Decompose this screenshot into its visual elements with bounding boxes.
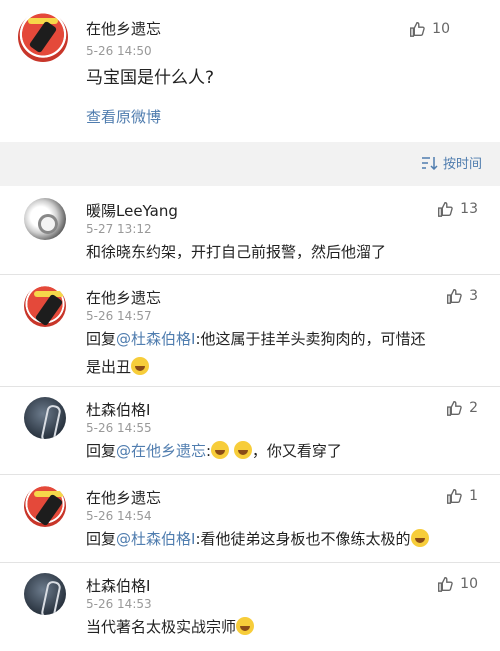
comment-item: 杜森伯格I 5-26 14:55 2 回复@在他乡遗忘: ，你又看穿了 (0, 386, 500, 475)
comment-author[interactable]: 暖陽LeeYang (86, 200, 178, 221)
avatar[interactable] (24, 485, 66, 527)
thumbs-up-icon (438, 202, 453, 217)
thumbs-up-icon (447, 289, 462, 304)
reply-text: :他这属于挂羊头卖狗肉的，可惜还 (195, 330, 426, 348)
reply-prefix: 回复 (86, 442, 117, 460)
reply-text-line2: 是出丑 (86, 358, 132, 376)
comment-time: 5-27 13:12 (86, 222, 152, 236)
like-button[interactable]: 2 (445, 399, 478, 417)
like-count: 2 (469, 400, 478, 416)
comment-text: 回复@杜森伯格I:他这属于挂羊头卖狗肉的，可惜还 是出丑 (86, 325, 486, 381)
comment-text: 当代著名太极实战宗师 (86, 613, 255, 641)
avatar[interactable] (18, 12, 68, 62)
thumbs-up-icon (410, 22, 425, 37)
mention-link[interactable]: @杜森伯格I (116, 530, 195, 548)
like-count: 13 (460, 201, 478, 217)
reply-prefix: 回复 (86, 530, 117, 548)
like-count: 1 (469, 488, 478, 504)
like-count: 10 (432, 21, 450, 37)
comment-text: 和徐晓东约架，开打自己前报警，然后他溜了 (86, 243, 387, 261)
comment-item: 在他乡遗忘 5-26 14:54 1 回复@杜森伯格I:看他徒弟这身板也不像练太… (0, 474, 500, 563)
avatar[interactable] (24, 198, 66, 240)
post-text: 马宝国是什么人? (86, 68, 215, 88)
reply-text: ，你又看穿了 (251, 442, 342, 460)
sort-by-time-button[interactable]: 按时间 (421, 153, 482, 172)
comment-text-body: 当代著名太极实战宗师 (86, 618, 237, 636)
comment-author[interactable]: 在他乡遗忘 (86, 487, 161, 508)
comment-item: 杜森伯格I 5-26 14:53 10 当代著名太极实战宗师 (0, 562, 500, 651)
comments-header: 按时间 (0, 142, 500, 184)
post-author[interactable]: 在他乡遗忘 (86, 18, 161, 39)
sort-icon (421, 156, 438, 170)
comment-author[interactable]: 在他乡遗忘 (86, 287, 161, 308)
like-button[interactable]: 10 (408, 20, 450, 38)
comment-time: 5-26 14:57 (86, 309, 152, 323)
like-count: 3 (469, 288, 478, 304)
reply-prefix: 回复 (86, 330, 117, 348)
comment-item: 暖陽LeeYang 5-27 13:12 13 和徐晓东约架，开打自己前报警，然… (0, 186, 500, 274)
grin-emoji-icon (236, 617, 255, 635)
smile-emoji-icon (410, 529, 429, 547)
comment-author[interactable]: 杜森伯格I (86, 575, 150, 596)
like-button[interactable]: 3 (445, 287, 478, 305)
reply-text: :看他徒弟这身板也不像练太极的 (195, 530, 411, 548)
avatar[interactable] (24, 397, 66, 439)
sort-label: 按时间 (442, 157, 482, 172)
thumbs-up-icon (447, 401, 462, 416)
thumbs-up-icon (447, 489, 462, 504)
grin-emoji-icon (233, 441, 252, 459)
like-button[interactable]: 1 (445, 487, 478, 505)
comment-item: 在他乡遗忘 5-26 14:57 3 回复@杜森伯格I:他这属于挂羊头卖狗肉的，… (0, 274, 500, 387)
comment-time: 5-26 14:53 (86, 597, 152, 611)
mention-link[interactable]: @杜森伯格I (116, 330, 195, 348)
avatar[interactable] (24, 573, 66, 615)
grin-emoji-icon (211, 441, 230, 459)
like-count: 10 (460, 576, 478, 592)
mention-link[interactable]: @在他乡遗忘 (116, 442, 206, 460)
comment-time: 5-26 14:54 (86, 509, 152, 523)
comment-text: 回复@在他乡遗忘: ，你又看穿了 (86, 441, 342, 460)
comment-time: 5-26 14:55 (86, 421, 152, 435)
comment-author[interactable]: 杜森伯格I (86, 399, 150, 420)
like-button[interactable]: 13 (436, 200, 478, 218)
view-original-link[interactable]: 查看原微博 (86, 106, 161, 127)
original-post: 在他乡遗忘 5-26 14:50 10 马宝国是什么人? 查看原微博 (0, 0, 500, 142)
avatar[interactable] (24, 285, 66, 327)
grin-emoji-icon (131, 357, 150, 375)
comment-text: 回复@杜森伯格I:看他徒弟这身板也不像练太极的 (86, 525, 429, 553)
thumbs-up-icon (438, 577, 453, 592)
post-time: 5-26 14:50 (86, 44, 152, 58)
like-button[interactable]: 10 (436, 575, 478, 593)
